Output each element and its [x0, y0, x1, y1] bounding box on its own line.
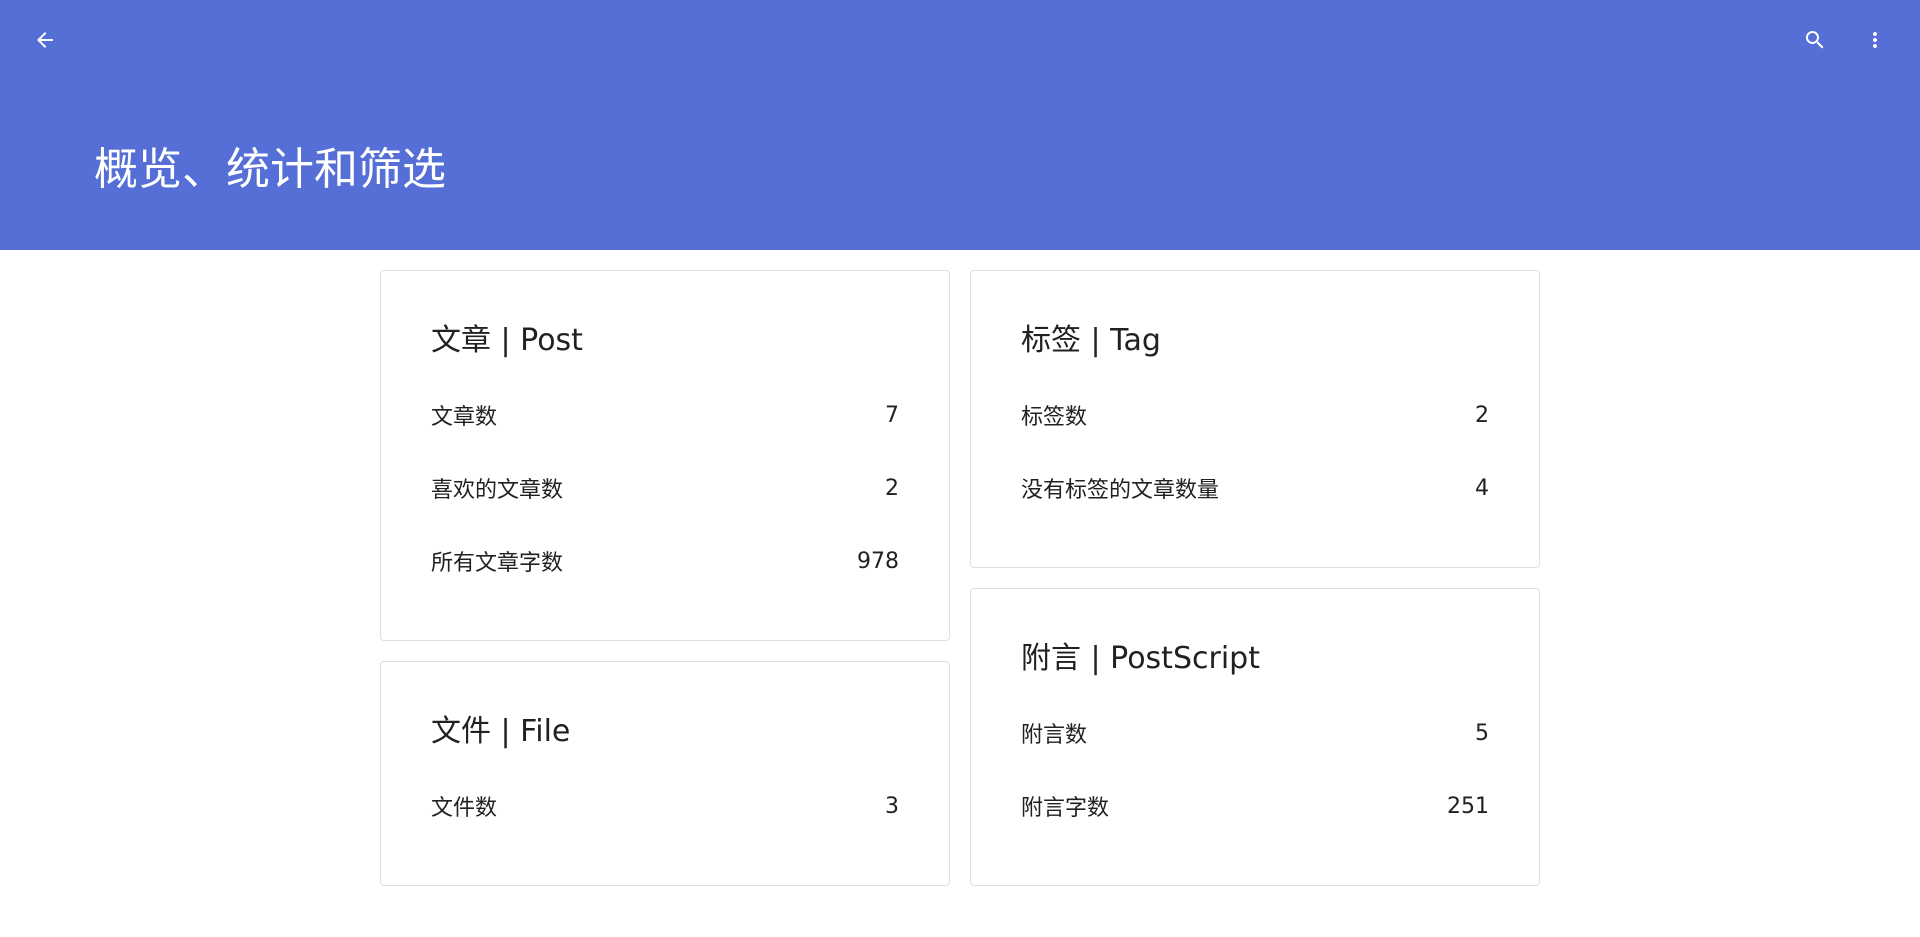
stat-value: 4 — [1475, 475, 1489, 501]
post-stats-card: 文章 | Post 文章数 7 喜欢的文章数 2 所有文章字数 978 — [380, 270, 950, 641]
stat-row-postscript-word-count[interactable]: 附言字数 251 — [1021, 790, 1489, 822]
stat-value: 251 — [1447, 793, 1489, 819]
card-title: 文件 | File — [431, 714, 571, 749]
search-icon — [1806, 31, 1824, 49]
stat-row-untagged-post-count[interactable]: 没有标签的文章数量 4 — [1021, 472, 1489, 504]
stat-label: 文章数 — [431, 405, 498, 430]
stat-row-tag-count[interactable]: 标签数 2 — [1021, 399, 1489, 431]
postscript-stats-card: 附言 | PostScript 附言数 5 附言字数 251 — [970, 588, 1540, 886]
search-button[interactable] — [1791, 16, 1839, 64]
back-button[interactable] — [21, 16, 69, 64]
stat-label: 附言数 — [1021, 723, 1088, 748]
stat-row-total-word-count[interactable]: 所有文章字数 978 — [431, 545, 899, 577]
stat-value: 3 — [885, 793, 899, 819]
card-title: 附言 | PostScript — [1021, 641, 1260, 676]
tag-stats-card: 标签 | Tag 标签数 2 没有标签的文章数量 4 — [970, 270, 1540, 568]
app-bar: 概览、统计和筛选 — [0, 0, 1920, 250]
stat-label: 喜欢的文章数 — [431, 478, 564, 503]
more-options-button[interactable] — [1851, 16, 1899, 64]
card-title: 文章 | Post — [431, 323, 583, 358]
stat-label: 没有标签的文章数量 — [1021, 478, 1220, 503]
file-stats-card: 文件 | File 文件数 3 — [380, 661, 950, 886]
stat-value: 978 — [857, 548, 899, 574]
stat-value: 5 — [1475, 720, 1489, 746]
stat-label: 标签数 — [1021, 405, 1088, 430]
stat-row-postscript-count[interactable]: 附言数 5 — [1021, 717, 1489, 749]
stat-row-liked-post-count[interactable]: 喜欢的文章数 2 — [431, 472, 899, 504]
stat-row-post-count[interactable]: 文章数 7 — [431, 399, 899, 431]
stat-value: 2 — [1475, 402, 1489, 428]
stat-label: 所有文章字数 — [431, 551, 564, 576]
page-title: 概览、统计和筛选 — [94, 144, 446, 195]
stat-label: 附言字数 — [1021, 796, 1110, 821]
arrow-back-icon — [37, 32, 53, 48]
more-vert-icon — [1873, 32, 1877, 48]
stat-row-file-count[interactable]: 文件数 3 — [431, 790, 899, 822]
stat-value: 7 — [885, 402, 899, 428]
stat-value: 2 — [885, 475, 899, 501]
card-title: 标签 | Tag — [1021, 323, 1161, 358]
stat-label: 文件数 — [431, 796, 498, 821]
